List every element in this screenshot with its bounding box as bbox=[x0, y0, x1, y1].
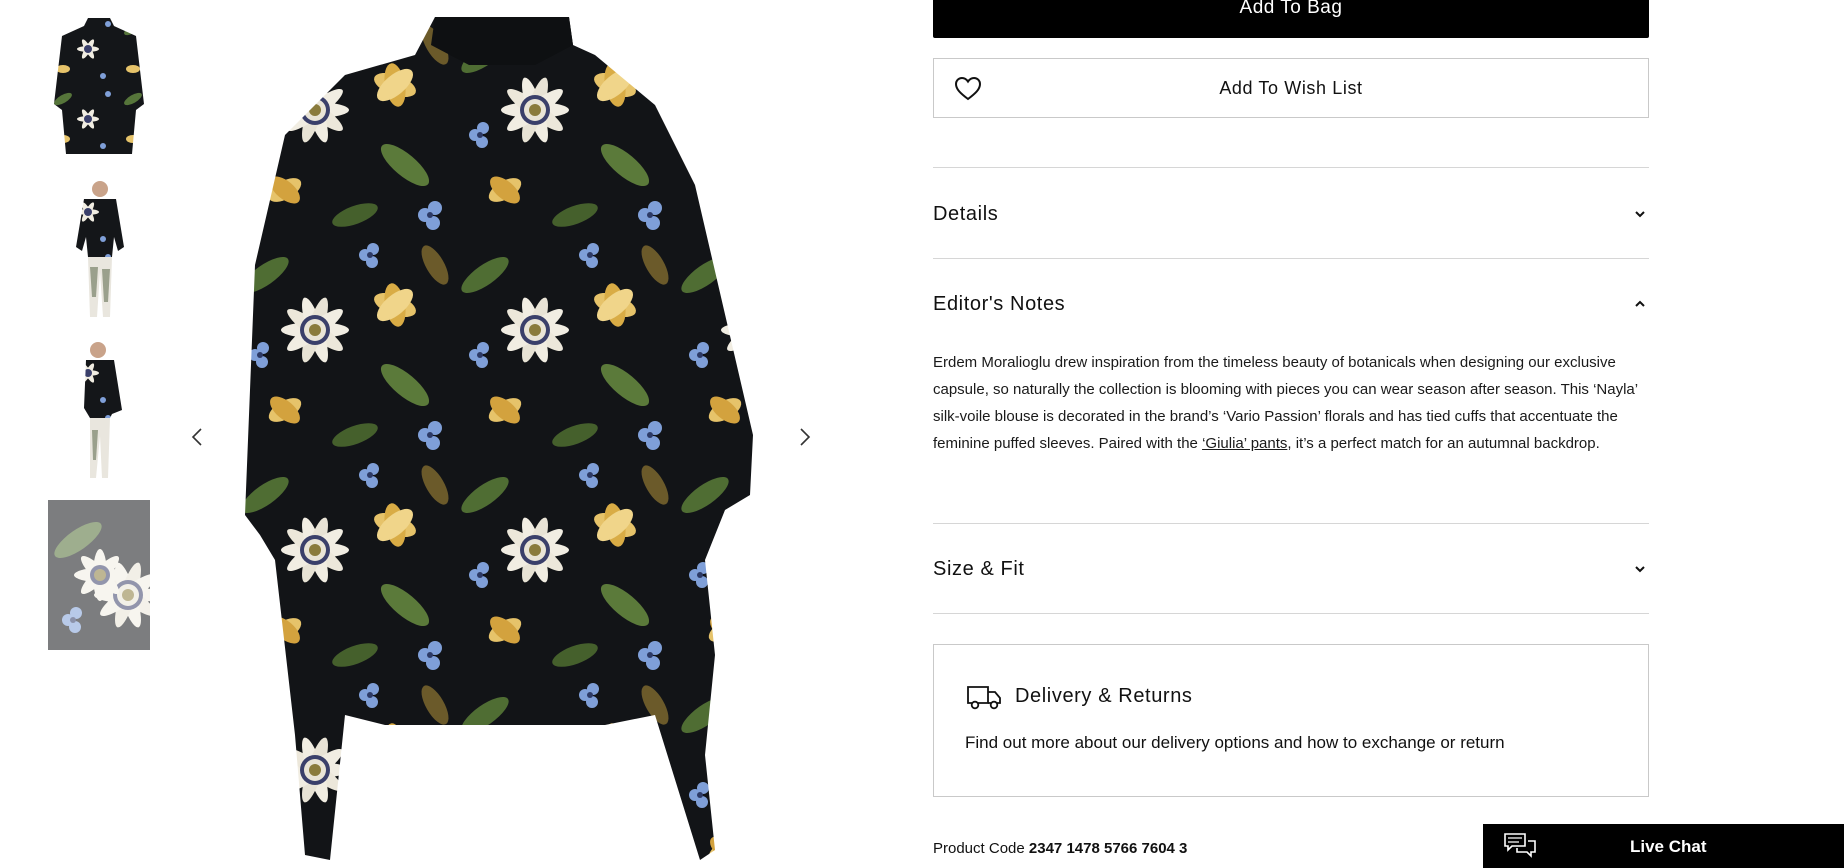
editors-notes-body-end: , it’s a perfect match for an autumnal b… bbox=[1287, 435, 1600, 452]
live-chat-label: Live Chat bbox=[1630, 837, 1707, 856]
fabric-detail-image bbox=[48, 500, 150, 650]
chevron-down-icon bbox=[1635, 211, 1645, 218]
product-code-label: Product Code bbox=[933, 840, 1025, 857]
divider bbox=[933, 258, 1649, 259]
divider bbox=[933, 167, 1649, 168]
truck-icon bbox=[967, 686, 1001, 710]
accordion-details[interactable]: Details bbox=[933, 187, 1649, 241]
chat-bubbles-icon bbox=[1504, 833, 1536, 858]
accordion-size-fit[interactable]: Size & Fit bbox=[933, 542, 1649, 596]
live-chat-button[interactable]: Live Chat bbox=[1483, 824, 1844, 868]
thumbnail-fabric-detail[interactable] bbox=[48, 500, 150, 650]
thumbnail-model-side[interactable] bbox=[48, 338, 150, 488]
accordion-details-label: Details bbox=[933, 202, 999, 225]
delivery-returns-title: Delivery & Returns bbox=[1015, 685, 1193, 707]
chevron-up-icon bbox=[1635, 300, 1645, 307]
thumbnail-front[interactable] bbox=[48, 14, 150, 164]
thumbnail-model-front[interactable] bbox=[48, 177, 150, 327]
model-side-image bbox=[48, 338, 150, 488]
delivery-returns-description: Find out more about our delivery options… bbox=[965, 733, 1505, 752]
heart-icon bbox=[954, 76, 982, 101]
previous-image-button[interactable] bbox=[186, 425, 210, 449]
delivery-returns-card[interactable]: Delivery & Returns Find out more about o… bbox=[933, 644, 1649, 797]
accordion-size-fit-label: Size & Fit bbox=[933, 557, 1025, 580]
main-product-image bbox=[235, 15, 765, 868]
blouse-front-image bbox=[48, 14, 150, 164]
chevron-right-icon bbox=[800, 428, 811, 446]
model-front-image bbox=[48, 177, 150, 327]
giulia-pants-link[interactable]: ‘Giulia’ pants bbox=[1202, 435, 1287, 452]
add-to-wishlist-button[interactable]: Add To Wish List bbox=[933, 58, 1649, 118]
divider bbox=[933, 523, 1649, 524]
accordion-editors-notes[interactable]: Editor's Notes bbox=[933, 277, 1649, 331]
add-to-bag-label: Add To Bag bbox=[1239, 0, 1343, 18]
add-to-wishlist-label: Add To Wish List bbox=[1219, 77, 1363, 98]
chevron-down-icon bbox=[1635, 566, 1645, 573]
divider bbox=[933, 613, 1649, 614]
editors-notes-text: Erdem Moralioglu drew inspiration from t… bbox=[933, 349, 1645, 457]
next-image-button[interactable] bbox=[792, 425, 816, 449]
add-to-bag-button[interactable]: Add To Bag bbox=[933, 0, 1649, 38]
product-code-value: 2347 1478 5766 7604 3 bbox=[1028, 840, 1188, 857]
chevron-left-icon bbox=[191, 428, 202, 446]
accordion-editors-notes-label: Editor's Notes bbox=[933, 292, 1066, 315]
